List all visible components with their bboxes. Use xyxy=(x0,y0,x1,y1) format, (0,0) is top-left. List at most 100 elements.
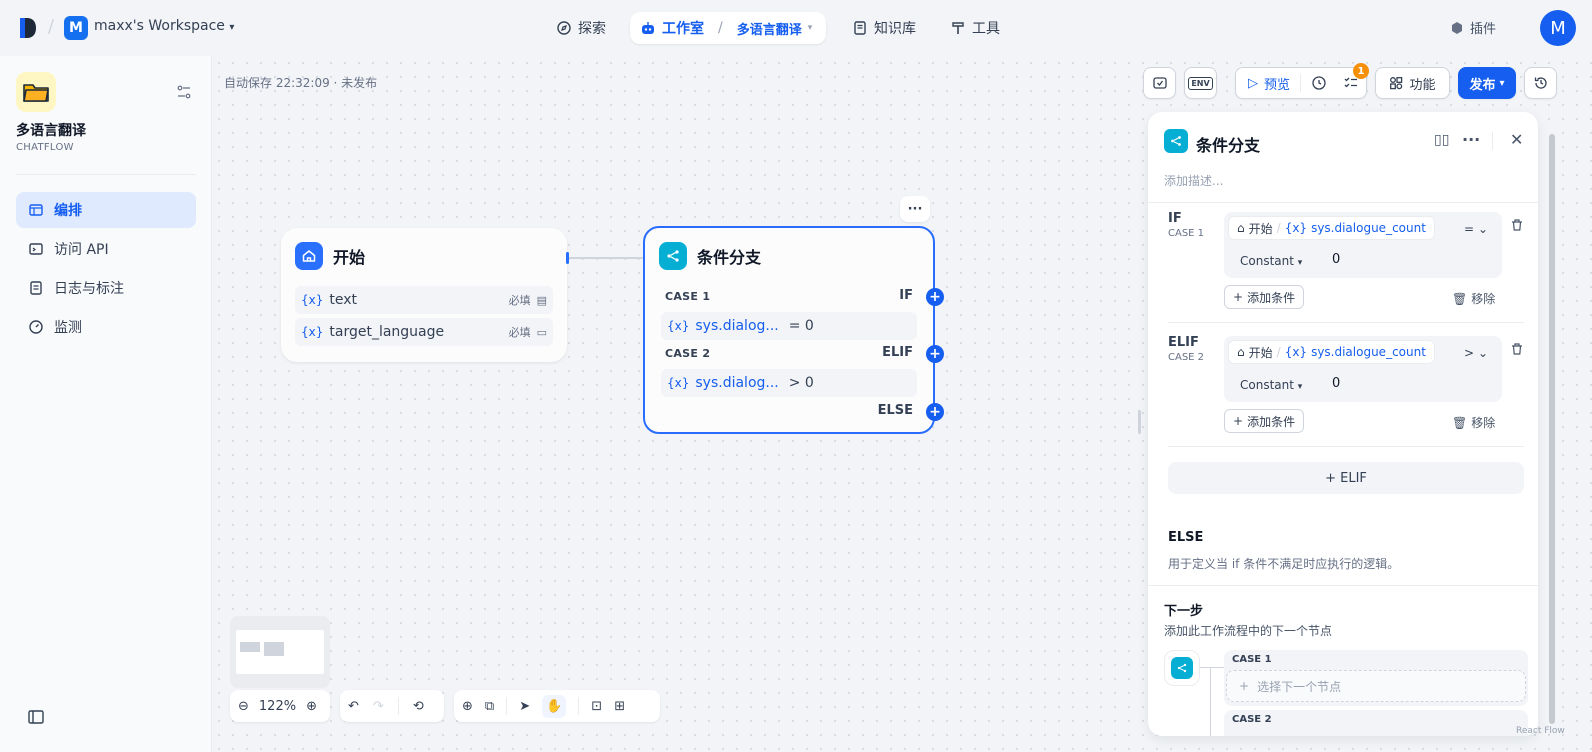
export-image-icon[interactable]: ⊡ xyxy=(591,699,602,714)
nav-tools-label: 工具 xyxy=(972,21,1000,37)
variable-name: sys.dialogue_count xyxy=(1311,345,1426,359)
zoom-level[interactable]: 122% xyxy=(259,699,296,714)
add-node-icon[interactable]: ⊕ xyxy=(462,699,473,714)
zoom-controls: ⊖ 122% ⊕ xyxy=(230,690,330,722)
nav-knowledge[interactable]: 知识库 xyxy=(842,12,926,44)
node-more-button[interactable]: ··· xyxy=(900,196,930,222)
close-icon[interactable]: ✕ xyxy=(1510,130,1523,149)
toolbar-divider xyxy=(397,697,399,715)
panel-scrollbar-thumb[interactable] xyxy=(1549,134,1555,724)
condition-row: {x} sys.dialog... = 0 xyxy=(661,312,917,340)
more-icon[interactable]: ··· xyxy=(1462,130,1480,149)
user-avatar[interactable]: M xyxy=(1540,10,1576,46)
workspace-badge[interactable]: M xyxy=(64,16,88,40)
variable-selector[interactable]: ⌂ 开始 / {x} sys.dialogue_count xyxy=(1228,340,1435,364)
select-next-node[interactable]: + 选择下一个节点 xyxy=(1226,670,1526,702)
nav-explore-label: 探索 xyxy=(578,21,606,37)
condition-box: ⌂ 开始 / {x} sys.dialogue_count > ⌄ Consta… xyxy=(1224,336,1502,402)
panel-resize-handle[interactable] xyxy=(1138,410,1141,434)
sidebar-collapse-icon[interactable] xyxy=(28,710,44,724)
nav-tools[interactable]: 工具 xyxy=(940,12,1010,44)
if-else-node[interactable]: 条件分支 CASE 1 IF + {x} sys.dialog... = 0 C… xyxy=(643,226,944,434)
toolbar-divider xyxy=(1300,74,1302,92)
publish-button[interactable]: 发布 ▾ xyxy=(1458,67,1516,99)
remove-case-button[interactable]: 🗑 移除 xyxy=(1452,290,1495,307)
layout-icon xyxy=(29,204,43,216)
case-keyword: IF xyxy=(899,288,913,303)
operator-select[interactable]: = ⌄ xyxy=(1464,222,1488,236)
undo-icon[interactable]: ↶ xyxy=(348,699,359,714)
debug-button[interactable] xyxy=(1143,67,1176,99)
compare-value-input[interactable]: 0 xyxy=(1332,252,1340,267)
minimap-node xyxy=(240,642,260,652)
app-settings-icon[interactable] xyxy=(176,84,192,100)
zoom-in-icon[interactable]: ⊕ xyxy=(306,699,317,714)
workspace-switcher[interactable]: maxx's Workspace ▾ xyxy=(94,18,234,34)
chevron-down-icon: ▾ xyxy=(1297,382,1303,392)
source-node-name: 开始 xyxy=(1248,345,1273,360)
play-icon[interactable]: ▷ xyxy=(1248,76,1258,91)
home-icon: ⌂ xyxy=(1237,221,1245,235)
elif-label: ELIF xyxy=(1168,335,1199,350)
sidebar-item-logs[interactable]: 日志与标注 xyxy=(16,270,196,306)
trash-icon[interactable] xyxy=(1510,342,1524,360)
features-button[interactable]: 功能 xyxy=(1375,67,1450,99)
value-type-select[interactable]: Constant ▾ xyxy=(1240,254,1302,268)
compare-value-input[interactable]: 0 xyxy=(1332,376,1340,391)
edge-connector[interactable] xyxy=(569,257,643,259)
add-elif-button[interactable]: + ELIF xyxy=(1168,462,1524,494)
variable-selector[interactable]: ⌂ 开始 / {x} sys.dialogue_count xyxy=(1228,216,1435,240)
history-icon[interactable]: ⟲ xyxy=(413,699,424,714)
operator-select[interactable]: > ⌄ xyxy=(1464,346,1488,360)
book-open-icon[interactable]: ▯▯ xyxy=(1434,132,1449,148)
variable-icon: {x} xyxy=(1284,345,1308,359)
zoom-out-icon[interactable]: ⊖ xyxy=(238,699,249,714)
hand-icon[interactable]: ✋ xyxy=(542,694,567,718)
sidebar-item-api[interactable]: 访问 API xyxy=(16,231,196,267)
next-case-slot: CASE 1 + 选择下一个节点 xyxy=(1224,650,1528,706)
value-type-select[interactable]: Constant ▾ xyxy=(1240,378,1302,392)
add-note-icon[interactable]: ⧉ xyxy=(485,699,494,714)
redo-icon[interactable]: ↷ xyxy=(373,699,384,714)
description-input[interactable]: 添加描述... xyxy=(1164,172,1223,189)
minimap[interactable] xyxy=(230,616,330,688)
chevron-down-icon: ▾ xyxy=(807,23,813,33)
sidebar-item-monitor[interactable]: 监测 xyxy=(16,309,196,345)
add-branch-handle[interactable]: + xyxy=(926,288,944,306)
branch-icon xyxy=(1164,129,1188,153)
case-sub-label: CASE 1 xyxy=(1168,228,1205,239)
preview-button[interactable]: 预览 xyxy=(1264,74,1290,93)
sidebar-item-orchestrate[interactable]: 编排 xyxy=(16,192,196,228)
nav-app-label[interactable]: 多语言翻译 xyxy=(737,19,802,38)
react-flow-attribution[interactable]: React Flow xyxy=(1516,726,1565,736)
add-branch-handle[interactable]: + xyxy=(926,403,944,421)
pointer-icon[interactable]: ➤ xyxy=(519,699,530,714)
sidebar-item-label: 编排 xyxy=(54,203,82,219)
version-history-button[interactable] xyxy=(1524,67,1557,99)
plus-icon: + xyxy=(1239,679,1250,693)
add-condition-label: 添加条件 xyxy=(1247,290,1296,305)
value-type-label: Constant xyxy=(1240,254,1294,268)
panel-divider xyxy=(1148,202,1538,203)
add-condition-button[interactable]: + 添加条件 xyxy=(1224,409,1305,433)
panel-title[interactable]: 条件分支 xyxy=(1196,132,1260,156)
condition-expression: > 0 xyxy=(788,375,814,391)
env-button[interactable]: ENV xyxy=(1184,67,1217,99)
remove-case-button[interactable]: 🗑 移除 xyxy=(1452,414,1495,431)
history-run-icon[interactable] xyxy=(1311,75,1327,91)
plus-icon: + xyxy=(1233,290,1244,304)
add-condition-button[interactable]: + 添加条件 xyxy=(1224,285,1305,309)
plugin-button[interactable]: 插件 xyxy=(1450,18,1496,37)
add-branch-handle[interactable]: + xyxy=(926,345,944,363)
else-keyword: ELSE xyxy=(877,403,913,418)
nav-explore[interactable]: 探索 xyxy=(546,12,616,44)
organize-icon[interactable]: ⊞ xyxy=(614,699,625,714)
nav-studio[interactable]: 工作室 / 多语言翻译 ▾ xyxy=(630,12,826,44)
case-label: CASE 1 xyxy=(665,290,711,303)
dify-logo[interactable] xyxy=(18,16,38,40)
start-node[interactable]: 开始 {x} text 必填 ▤ {x} target_language 必填 ▭ xyxy=(281,228,569,362)
next-step-description: 添加此工作流程中的下一个节点 xyxy=(1164,624,1333,638)
path-separator: / xyxy=(1276,345,1281,359)
nav-studio-label: 工作室 xyxy=(662,21,704,37)
trash-icon[interactable] xyxy=(1510,218,1524,236)
